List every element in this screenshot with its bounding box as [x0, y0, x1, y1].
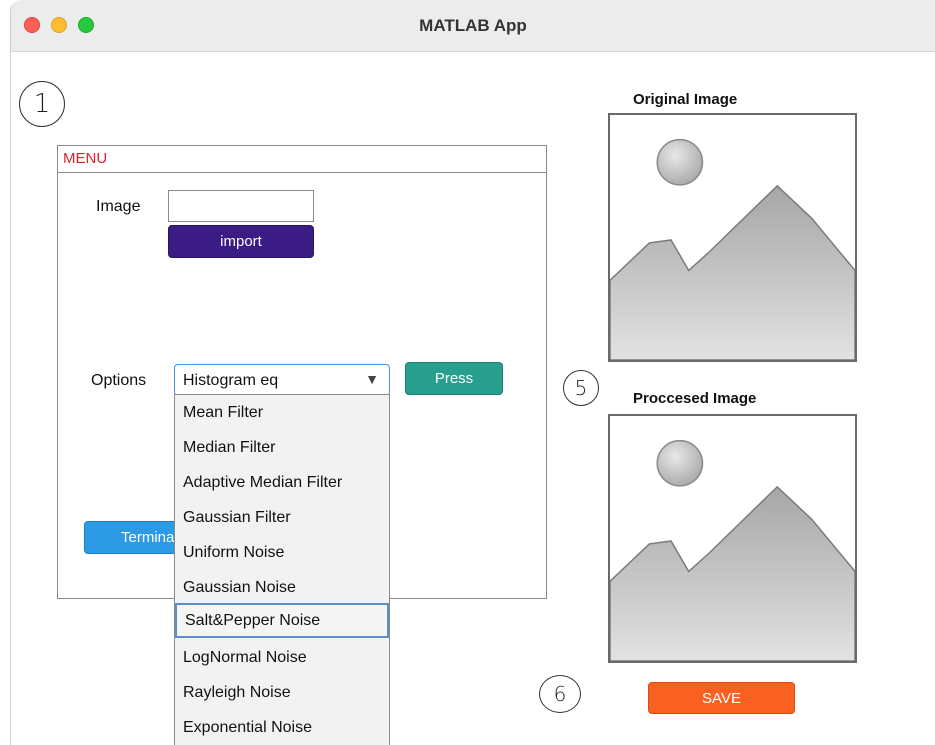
save-button[interactable]: SAVE [648, 682, 795, 714]
dropdown-option-adaptive-median-filter[interactable]: Adaptive Median Filter [175, 465, 389, 500]
dropdown-option-salt-pepper-noise[interactable]: Salt&Pepper Noise [175, 603, 389, 638]
app-window: MATLAB App 1 2 3 4 5 6 7 MENU Image impo… [10, 0, 935, 745]
image-placeholder-icon [610, 439, 855, 661]
dropdown-option-mean-filter[interactable]: Mean Filter [175, 395, 389, 430]
annotation-1: 1 [19, 81, 65, 127]
dropdown-option-rayleigh-noise[interactable]: Rayleigh Noise [175, 675, 389, 710]
image-path-field[interactable] [168, 190, 314, 222]
dropdown-option-gaussian-noise[interactable]: Gaussian Noise [175, 570, 389, 605]
menu-title: MENU [63, 150, 108, 167]
title-bar: MATLAB App [11, 0, 935, 52]
dropdown-arrow-icon[interactable]: ▼ [365, 371, 379, 387]
image-placeholder-icon [610, 138, 855, 360]
dropdown-option-exponential-noise[interactable]: Exponential Noise [175, 710, 389, 745]
annotation-5: 5 [563, 370, 599, 406]
processed-image-title: Proccesed Image [633, 390, 757, 407]
dropdown-option-uniform-noise[interactable]: Uniform Noise [175, 535, 389, 570]
options-label: Options [91, 372, 147, 389]
options-dropdown[interactable]: Histogram eq ▼ [174, 364, 390, 396]
import-button[interactable]: import [168, 225, 314, 258]
dropdown-option-gaussian-filter[interactable]: Gaussian Filter [175, 500, 389, 535]
dropdown-option-lognormal-noise[interactable]: LogNormal Noise [175, 640, 389, 675]
dropdown-selected-value: Histogram eq [183, 372, 279, 389]
dropdown-option-median-filter[interactable]: Median Filter [175, 430, 389, 465]
annotation-6: 6 [539, 675, 581, 713]
dropdown-options-list: Mean Filter Median Filter Adaptive Media… [174, 394, 390, 745]
processed-image-placeholder [608, 414, 857, 663]
window-title: MATLAB App [419, 16, 527, 35]
press-button[interactable]: Press [405, 362, 503, 395]
menu-divider [58, 172, 546, 173]
image-label: Image [96, 198, 141, 215]
original-image-title: Original Image [633, 91, 738, 108]
original-image-placeholder [608, 113, 857, 362]
